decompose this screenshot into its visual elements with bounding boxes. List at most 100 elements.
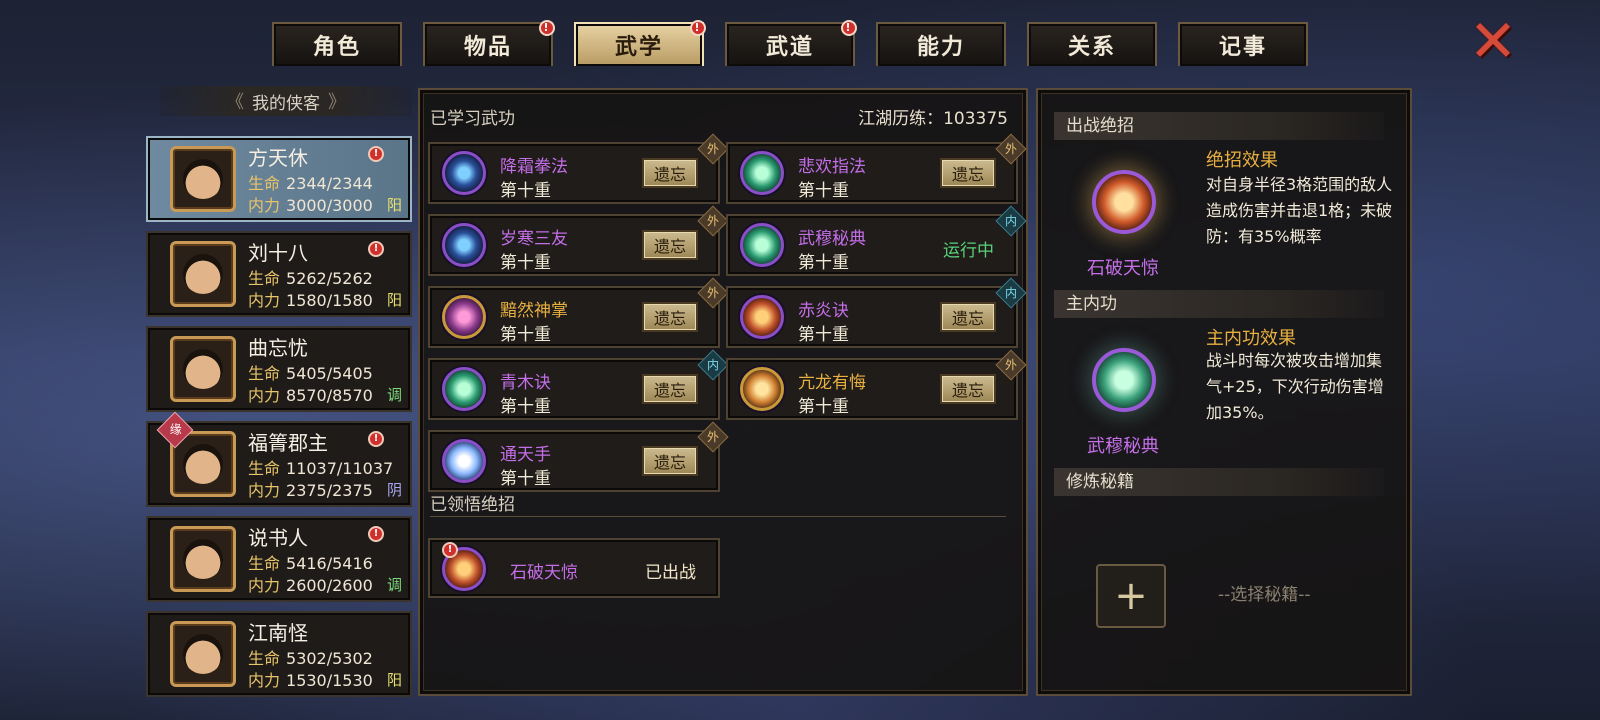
- skill-name: 武穆秘典: [798, 229, 866, 249]
- skill-level: 第十重: [798, 253, 849, 273]
- ultimate-skill-card[interactable]: ! 石破天惊 已出战: [428, 538, 720, 598]
- tab-label: 武学: [614, 35, 663, 60]
- skill-level: 第十重: [500, 253, 551, 273]
- tab-3[interactable]: 武学!: [574, 20, 706, 66]
- battle-skill-slot[interactable]: 石破天惊: [1058, 146, 1188, 279]
- forget-button[interactable]: 遗忘: [940, 302, 996, 332]
- tab-6[interactable]: 关系: [1027, 22, 1157, 66]
- mp-value: 1580/1580: [286, 291, 373, 310]
- alert-icon: !: [368, 146, 384, 162]
- character-card[interactable]: 刘十八 生命 5262/5262 内力 1580/1580 阳!: [146, 231, 412, 317]
- skill-level: 第十重: [500, 469, 551, 489]
- battle-skill-name: 石破天惊: [1087, 258, 1159, 279]
- stone-burst-icon: [1092, 170, 1156, 234]
- character-name: 刘十八: [248, 241, 308, 265]
- inner-effect-text: 战斗时每次被攻击增加集气+25，下次行动伤害增加35%。: [1206, 351, 1384, 422]
- battle-effect-title: 绝招效果: [1206, 150, 1278, 171]
- character-mp: 内力 1530/1530: [248, 667, 373, 691]
- forget-button[interactable]: 遗忘: [642, 230, 698, 260]
- tab-label: 武道: [765, 35, 814, 60]
- portrait-icon: [183, 444, 223, 484]
- tab-label: 角色: [312, 35, 361, 60]
- skill-type-tag: 外: [697, 205, 729, 237]
- forget-button[interactable]: 遗忘: [642, 446, 698, 476]
- tab-4[interactable]: 武道!: [725, 20, 857, 66]
- inner-type: 阳: [386, 196, 402, 214]
- skill-type-label: 外: [706, 214, 719, 228]
- avatar: [170, 336, 236, 402]
- tab-label: 记事: [1218, 35, 1267, 60]
- skill-card[interactable]: 赤炎诀 第十重 遗忘内: [726, 277, 1027, 348]
- tab-1[interactable]: 角色: [272, 22, 402, 66]
- skill-type-label: 外: [706, 430, 719, 444]
- tab-label: 物品: [463, 35, 512, 60]
- character-mp: 内力 1580/1580: [248, 287, 373, 311]
- character-card[interactable]: 福箐郡主 生命 11037/11037 内力 2375/2375 阴! 缘: [146, 411, 412, 507]
- character-hp: 生命 5416/5416: [248, 550, 373, 574]
- ultimate-skill-name: 石破天惊: [510, 563, 578, 583]
- character-card[interactable]: 江南怪生命 5302/5302 内力 1530/1530 阳: [146, 611, 412, 697]
- equipped-panel: 出战绝招 石破天惊 绝招效果 对自身半径3格范围的敌人造成伤害并击退1格；未破防…: [1036, 88, 1412, 696]
- skill-name: 降霜拳法: [500, 157, 568, 177]
- skill-card[interactable]: 悲欢指法 第十重 遗忘外: [726, 133, 1027, 204]
- skill-type-label: 内: [706, 358, 719, 372]
- skill-card[interactable]: 通天手 第十重 遗忘外: [428, 421, 729, 492]
- ice-fist-icon: [442, 151, 486, 195]
- skill-name: 悲欢指法: [798, 157, 866, 177]
- forget-button[interactable]: 遗忘: [642, 158, 698, 188]
- hp-value: 11037/11037: [286, 459, 394, 478]
- running-status: 运行中: [943, 241, 994, 261]
- hp-value: 2344/2344: [286, 174, 373, 193]
- skill-name: 岁寒三友: [500, 229, 568, 249]
- green-claw-icon: [1092, 348, 1156, 412]
- character-hp: 生命 5302/5302: [248, 645, 373, 669]
- skill-type-tag: 外: [995, 349, 1027, 381]
- tab-label: 能力: [916, 35, 965, 60]
- inner-type: 阳: [386, 291, 402, 309]
- forget-button[interactable]: 遗忘: [642, 302, 698, 332]
- skill-card[interactable]: 黯然神掌 第十重 遗忘外: [428, 277, 729, 348]
- skill-type-tag: 内: [995, 205, 1027, 237]
- alert-icon: !: [841, 20, 857, 36]
- martial-arts-panel: 已学习武功 江湖历练：103375 降霜拳法 第十重 遗忘外悲欢指法 第十重 遗忘外岁寒…: [418, 88, 1028, 696]
- hp-value: 5262/5262: [286, 269, 373, 288]
- character-mp: 内力 8570/8570: [248, 382, 373, 406]
- skill-type-tag: 外: [697, 133, 729, 165]
- skill-card[interactable]: 武穆秘典第十重 运行中内: [726, 205, 1027, 276]
- character-name: 江南怪: [248, 621, 308, 645]
- skill-type-label: 内: [1004, 286, 1017, 300]
- character-card[interactable]: 曲忘忧 生命 5405/5405 内力 8570/8570 调: [146, 326, 412, 412]
- forget-button[interactable]: 遗忘: [940, 374, 996, 404]
- skill-card[interactable]: 青木诀 第十重 遗忘内: [428, 349, 729, 420]
- skill-card[interactable]: 岁寒三友第十重 遗忘外: [428, 205, 729, 276]
- skill-type-label: 外: [1004, 142, 1017, 156]
- skill-level: 第十重: [500, 325, 551, 345]
- avatar: [170, 241, 236, 307]
- roster-title: 我的侠客: [252, 93, 320, 114]
- forget-button[interactable]: 遗忘: [940, 158, 996, 188]
- skill-level: 第十重: [500, 397, 551, 417]
- tab-5[interactable]: 能力: [876, 22, 1006, 66]
- skill-type-label: 外: [706, 286, 719, 300]
- hp-value: 5302/5302: [286, 649, 373, 668]
- skill-type-tag: 外: [697, 421, 729, 453]
- hp-value: 5405/5405: [286, 364, 373, 383]
- tab-2[interactable]: 物品!: [423, 20, 555, 66]
- inner-type: 阳: [386, 671, 402, 689]
- mp-value: 8570/8570: [286, 386, 373, 405]
- pink-palm-icon: [442, 295, 486, 339]
- skill-card[interactable]: 降霜拳法 第十重 遗忘外: [428, 133, 729, 204]
- skill-type-tag: 内: [697, 349, 729, 381]
- close-icon[interactable]: ✕: [1466, 12, 1520, 70]
- character-card[interactable]: 说书人 生命 5416/5416 内力 2600/2600 调!: [146, 516, 412, 602]
- hp-label: 生命: [248, 649, 281, 668]
- skill-card[interactable]: 亢龙有悔 第十重 遗忘外: [726, 349, 1027, 420]
- battle-skill-title: 出战绝招: [1054, 112, 1384, 140]
- mp-label: 内力: [248, 671, 281, 690]
- character-card[interactable]: 方天休 生命 2344/2344 内力 3000/3000 阳!: [146, 136, 412, 222]
- mp-label: 内力: [248, 386, 281, 405]
- main-inner-slot[interactable]: 武穆秘典: [1058, 324, 1188, 457]
- add-manual-button[interactable]: +: [1096, 564, 1166, 628]
- forget-button[interactable]: 遗忘: [642, 374, 698, 404]
- tab-7[interactable]: 记事: [1178, 22, 1308, 66]
